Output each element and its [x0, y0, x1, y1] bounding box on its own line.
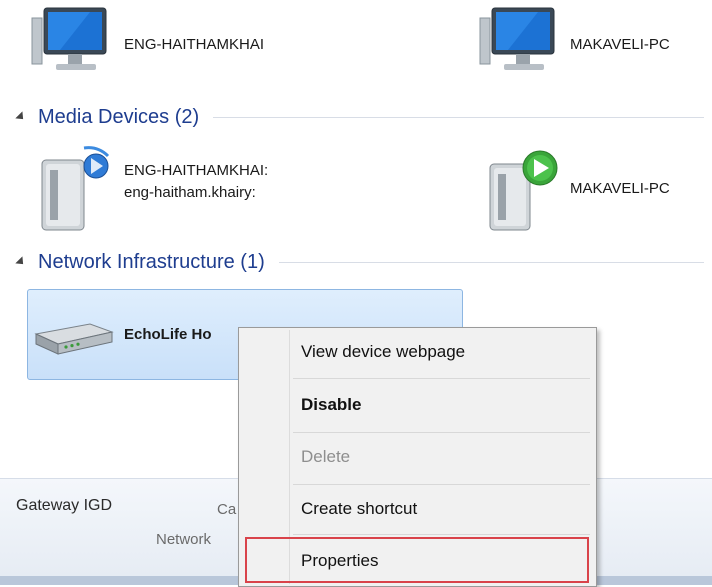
computer-icon: [31, 7, 107, 70]
media-server-icon: [41, 146, 110, 231]
computer-label: ENG-HAITHAMKHAI: [124, 36, 265, 53]
menu-item-delete[interactable]: Delete: [243, 436, 591, 480]
details-network-label: Network: [156, 531, 212, 548]
media-device-item[interactable]: ENG-HAITHAMKHAI: eng-haitham.khairy:: [36, 142, 346, 234]
menu-separator: [293, 378, 590, 379]
computer-item[interactable]: MAKAVELI-PC: [478, 0, 708, 84]
menu-item-create-shortcut[interactable]: Create shortcut: [243, 488, 591, 532]
details-device-name: Gateway IGD: [16, 497, 113, 514]
group-header-media-devices[interactable]: Media Devices (2): [14, 103, 712, 131]
group-title: Media Devices (2): [38, 105, 200, 128]
infrastructure-device-name: EchoLife Ho: [124, 326, 212, 343]
context-menu: View device webpage Disable Delete Creat…: [238, 327, 597, 587]
computer-icon: [479, 7, 555, 70]
group-divider: [213, 116, 704, 118]
collapse-arrow-icon: [15, 111, 27, 123]
media-device-name: ENG-HAITHAMKHAI:: [124, 162, 269, 179]
menu-item-label: Properties: [301, 551, 379, 570]
menu-item-label: Disable: [301, 395, 362, 414]
menu-item-label: Delete: [301, 447, 351, 466]
computer-item[interactable]: ENG-HAITHAMKHAI: [30, 0, 330, 84]
router-icon: [34, 323, 114, 355]
menu-item-disable[interactable]: Disable: [243, 384, 591, 428]
menu-item-properties[interactable]: Properties: [245, 537, 589, 583]
media-device-name: MAKAVELI-PC: [570, 180, 670, 197]
computer-label: MAKAVELI-PC: [570, 36, 670, 53]
menu-separator: [293, 534, 590, 535]
collapse-arrow-icon: [15, 256, 27, 268]
menu-separator: [293, 484, 590, 485]
group-title: Network Infrastructure (1): [38, 250, 265, 273]
media-player-icon: [489, 150, 558, 231]
group-header-network-infrastructure[interactable]: Network Infrastructure (1): [14, 248, 712, 276]
menu-separator: [293, 432, 590, 433]
menu-item-label: Create shortcut: [301, 499, 418, 518]
media-device-item[interactable]: MAKAVELI-PC: [484, 142, 708, 234]
menu-item-view-device-webpage[interactable]: View device webpage: [243, 331, 591, 375]
media-device-subname: eng-haitham.khairy:: [124, 184, 256, 201]
group-divider: [278, 261, 704, 263]
menu-item-label: View device webpage: [301, 342, 466, 361]
details-category-label: Ca: [217, 501, 237, 518]
